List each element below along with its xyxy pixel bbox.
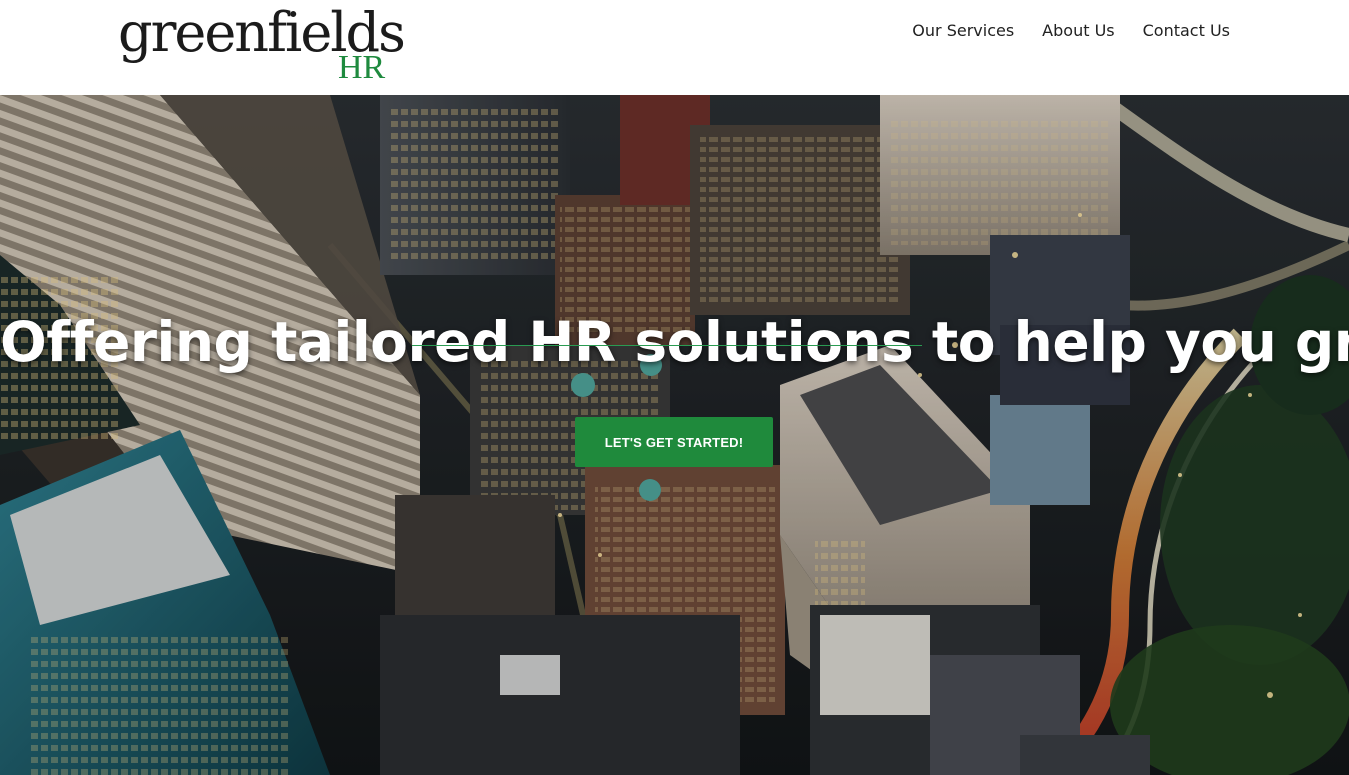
main-nav: Our Services About Us Contact Us (912, 20, 1230, 42)
get-started-button[interactable]: LET'S GET STARTED! (575, 417, 773, 467)
hero-section: Offering tailored HR solutions to help y… (0, 95, 1349, 775)
logo[interactable]: greenfields HR (118, 2, 406, 90)
nav-about-us[interactable]: About Us (1042, 20, 1114, 42)
nav-our-services[interactable]: Our Services (912, 20, 1014, 42)
logo-hr-mark: HR (338, 49, 386, 86)
hero-headline: Offering tailored HR solutions to help y… (0, 309, 1349, 374)
nav-contact-us[interactable]: Contact Us (1143, 20, 1230, 42)
site-header: greenfields HR Our Services About Us Con… (0, 0, 1349, 95)
headline-divider (412, 345, 922, 346)
